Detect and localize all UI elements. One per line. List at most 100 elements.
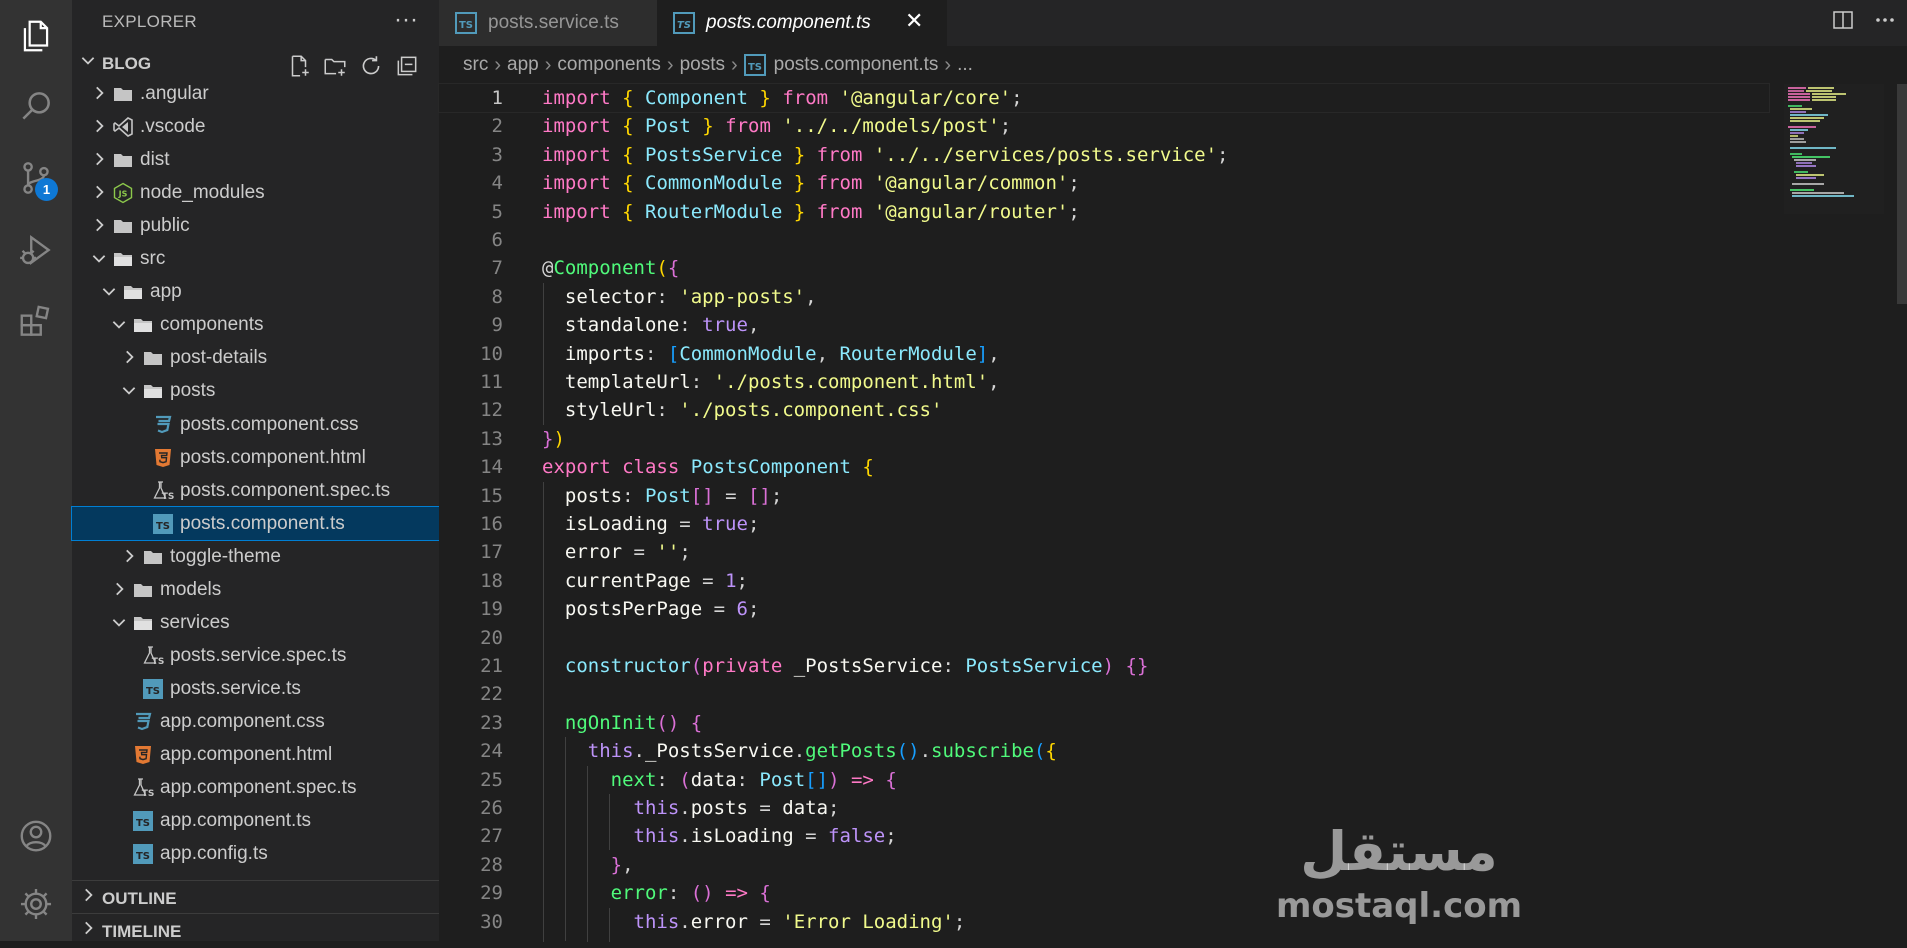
code-line[interactable]: error = ''; [439,538,1769,566]
code-line[interactable]: error: () => { [439,879,1769,907]
breadcrumb-item[interactable]: posts [680,54,725,76]
code-line[interactable]: this.error = 'Error Loading'; [439,908,1769,936]
tab-posts-service[interactable]: TS posts.service.ts [439,0,657,46]
breadcrumb-item[interactable]: ... [957,54,973,76]
code-line[interactable]: import { RouterModule } from '@angular/r… [439,198,1769,226]
close-icon[interactable]: ✕ [905,8,923,34]
split-editor-icon[interactable] [1831,8,1855,32]
accounts-activity[interactable] [0,800,72,872]
breadcrumb-item[interactable]: app [507,54,539,76]
html-file-icon [132,744,154,766]
code-line[interactable] [439,226,1769,254]
run-debug-activity[interactable] [0,214,72,286]
explorer-activity[interactable] [0,0,72,72]
new-file-icon[interactable] [286,53,312,79]
timeline-section-header[interactable]: TIMELINE [72,916,439,948]
tree-item-label: .vscode [140,116,206,138]
outline-section-header[interactable]: OUTLINE [72,883,439,915]
code-line[interactable]: import { Component } from '@angular/core… [438,83,1770,113]
extensions-icon [20,305,50,336]
tab-posts-component[interactable]: TS posts.component.ts ✕ [657,0,947,46]
tree-item-public[interactable]: public [72,209,439,242]
refresh-icon[interactable] [358,53,384,79]
code-line[interactable]: export class PostsComponent { [439,453,1769,481]
code-line[interactable]: this.isLoading = false; [439,822,1769,850]
extensions-activity[interactable] [0,286,72,358]
collapse-all-icon[interactable] [394,53,420,79]
tree-item-posts-component-html[interactable]: posts.component.html [72,441,439,474]
code-line[interactable] [439,624,1769,652]
scm-badge: 1 [35,178,58,201]
tree-item-label: posts.component.ts [180,512,345,534]
tree-item-posts-component-ts[interactable]: TS posts.component.ts [71,505,440,541]
tree-item-label: dist [140,149,170,171]
new-folder-icon[interactable] [322,53,348,79]
code-editor[interactable]: 1 2 3 4 5 6 7 8 9 10 11 12 13 14 15 16 17 18 19 20 21 22 23 24 2… [438,83,1907,942]
tree-item-models[interactable]: models [72,573,439,606]
tree-item-app-component-css[interactable]: app.component.css [72,705,439,738]
tree-item-posts-service-spec-ts[interactable]: TS posts.service.spec.ts [72,639,439,672]
code-line[interactable]: import { PostsService } from '../../serv… [439,141,1769,169]
code-line[interactable]: templateUrl: './posts.component.html', [439,368,1769,396]
manage-activity[interactable] [0,868,72,940]
code-line[interactable]: imports: [CommonModule, RouterModule], [439,340,1769,368]
spec-file-icon: TS [132,777,154,799]
code-line[interactable]: @Component({ [439,254,1769,282]
section-divider [72,880,439,881]
code-line[interactable]: constructor(private _PostsService: Posts… [439,652,1769,680]
tree-item-dist[interactable]: dist [72,143,439,176]
tree-item-app-config-ts[interactable]: TS app.config.ts [72,837,439,870]
source-control-activity[interactable]: 1 [0,142,72,214]
code-line[interactable]: isLoading = true; [439,510,1769,538]
code-line[interactable]: ngOnInit() { [439,709,1769,737]
tree-item-components[interactable]: components [72,308,439,341]
code-line[interactable]: standalone: true, [439,311,1769,339]
tree-item-posts-component-css[interactable]: posts.component.css [72,408,439,441]
code-line[interactable]: next: (data: Post[]) => { [439,766,1769,794]
tree-item-label: post-details [170,347,268,369]
code-line[interactable]: styleUrl: './posts.component.css' [439,396,1769,424]
search-activity[interactable] [0,70,72,142]
tree-item-app-component-ts[interactable]: TS app.component.ts [72,804,439,837]
code-line[interactable]: this._PostsService.getPosts().subscribe(… [439,737,1769,765]
svg-text:TS: TS [162,492,174,502]
tree-item-services[interactable]: services [72,606,439,639]
code-line[interactable]: selector: 'app-posts', [439,283,1769,311]
tree-item-vscode[interactable]: .vscode [72,110,439,143]
minimap[interactable] [1784,84,1884,214]
chevron-down-icon [112,618,126,627]
tree-item-src[interactable]: src [72,242,439,275]
explorer-more-button[interactable]: ··· [394,6,418,34]
tree-item-posts-service-ts[interactable]: TS posts.service.ts [72,672,439,705]
code-line[interactable]: }) [439,425,1769,453]
indent-guide [587,765,588,942]
tree-item-posts-component-spec-ts[interactable]: TS posts.component.spec.ts [72,474,439,507]
gear-icon [20,888,52,920]
tree-item-app[interactable]: app [72,275,439,308]
tree-item-toggle-theme[interactable]: toggle-theme [72,540,439,573]
code-line[interactable]: import { Post } from '../../models/post'… [439,112,1769,140]
tree-item-app-component-html[interactable]: app.component.html [72,738,439,771]
code-line[interactable]: }, [439,851,1769,879]
tree-item-node-modules[interactable]: JS node_modules [72,176,439,209]
code-line[interactable]: currentPage = 1; [439,567,1769,595]
html-file-icon [152,447,174,469]
chevron-down-icon [81,57,95,65]
code-line[interactable]: postsPerPage = 6; [439,595,1769,623]
tree-item-label: posts.service.spec.ts [170,644,347,666]
chevron-right-icon [96,185,104,199]
code-line[interactable]: import { CommonModule } from '@angular/c… [439,169,1769,197]
more-actions-icon[interactable] [1873,8,1897,32]
code-line[interactable] [439,680,1769,708]
code-line[interactable]: posts: Post[] = []; [439,482,1769,510]
breadcrumb-item[interactable]: components [557,54,661,76]
tree-item-app-component-spec-ts[interactable]: TS app.component.spec.ts [72,771,439,804]
tree-item-post-details[interactable]: post-details [72,341,439,374]
scrollbar-thumb[interactable] [1897,84,1907,304]
tree-item-angular[interactable]: .angular [72,77,439,110]
code-line[interactable]: this.posts = data; [439,794,1769,822]
breadcrumb-item[interactable]: posts.component.ts [774,54,939,76]
ts-file-icon: TS [455,12,477,34]
tree-item-posts[interactable]: posts [72,374,439,407]
breadcrumb-item[interactable]: src [463,54,488,76]
